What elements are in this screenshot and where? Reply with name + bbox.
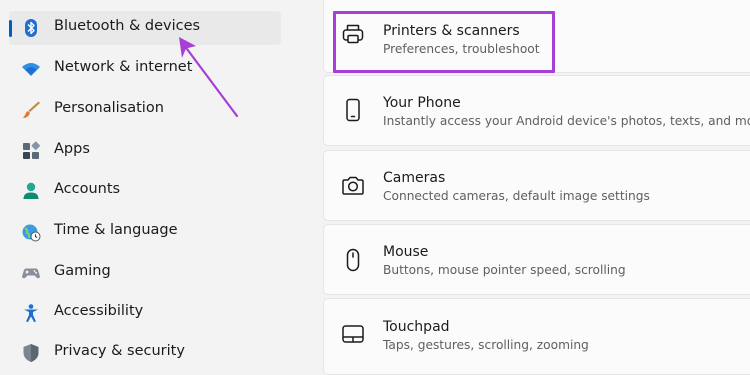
card-title: Printers & scanners	[383, 23, 520, 39]
shield-icon	[23, 344, 39, 362]
sidebar-item-label: Privacy & security	[54, 343, 185, 359]
sidebar-item-apps[interactable]: Apps	[9, 134, 281, 168]
card-title: Mouse	[383, 244, 429, 260]
card-subtitle: Buttons, mouse pointer speed, scrolling	[383, 263, 626, 277]
sidebar-item-privacy-security[interactable]: Privacy & security	[9, 336, 281, 370]
printer-icon	[342, 24, 364, 44]
card-cameras[interactable]: Cameras Connected cameras, default image…	[323, 150, 750, 221]
brush-icon	[23, 101, 40, 118]
globe-clock-icon	[22, 224, 41, 242]
card-printers-scanners[interactable]: Printers & scanners Preferences, trouble…	[323, 0, 750, 73]
mouse-icon	[346, 248, 360, 272]
sidebar-item-accounts[interactable]: Accounts	[9, 174, 281, 208]
wifi-icon	[22, 63, 40, 76]
gamepad-icon	[22, 268, 40, 279]
sidebar-item-network-internet[interactable]: Network & internet	[9, 52, 281, 86]
phone-icon	[346, 98, 360, 122]
selection-indicator	[9, 20, 12, 37]
sidebar-item-label: Personalisation	[54, 100, 164, 116]
sidebar-item-time-language[interactable]: Time & language	[9, 215, 281, 249]
card-subtitle: Instantly access your Android device's p…	[383, 114, 750, 128]
sidebar-item-label: Accounts	[54, 181, 121, 197]
card-mouse[interactable]: Mouse Buttons, mouse pointer speed, scro…	[323, 224, 750, 295]
camera-icon	[342, 176, 364, 195]
sidebar-item-personalisation[interactable]: Personalisation	[9, 93, 281, 127]
apps-icon	[23, 141, 40, 159]
sidebar-item-label: Gaming	[54, 263, 111, 279]
card-subtitle: Taps, gestures, scrolling, zooming	[383, 338, 589, 352]
sidebar-item-label: Bluetooth & devices	[54, 18, 201, 34]
sidebar-item-label: Network & internet	[54, 59, 193, 75]
card-subtitle: Preferences, troubleshoot	[383, 42, 540, 56]
card-touchpad[interactable]: Touchpad Taps, gestures, scrolling, zoom…	[323, 298, 750, 375]
card-title: Cameras	[383, 170, 446, 186]
account-icon	[23, 182, 39, 199]
card-title: Touchpad	[383, 319, 450, 335]
card-subtitle: Connected cameras, default image setting…	[383, 189, 650, 203]
card-title: Your Phone	[383, 95, 461, 111]
sidebar-item-bluetooth-devices[interactable]: Bluetooth & devices	[9, 11, 281, 45]
sidebar: Bluetooth & devices Network & internet P…	[0, 0, 300, 368]
sidebar-item-accessibility[interactable]: Accessibility	[9, 296, 281, 330]
sidebar-item-gaming[interactable]: Gaming	[9, 256, 281, 290]
touchpad-icon	[342, 325, 364, 343]
bluetooth-icon	[25, 19, 37, 37]
card-your-phone[interactable]: Your Phone Instantly access your Android…	[323, 75, 750, 146]
accessibility-icon	[24, 304, 38, 322]
sidebar-item-label: Time & language	[54, 222, 178, 238]
sidebar-item-label: Accessibility	[54, 303, 144, 319]
sidebar-item-label: Apps	[54, 141, 90, 157]
